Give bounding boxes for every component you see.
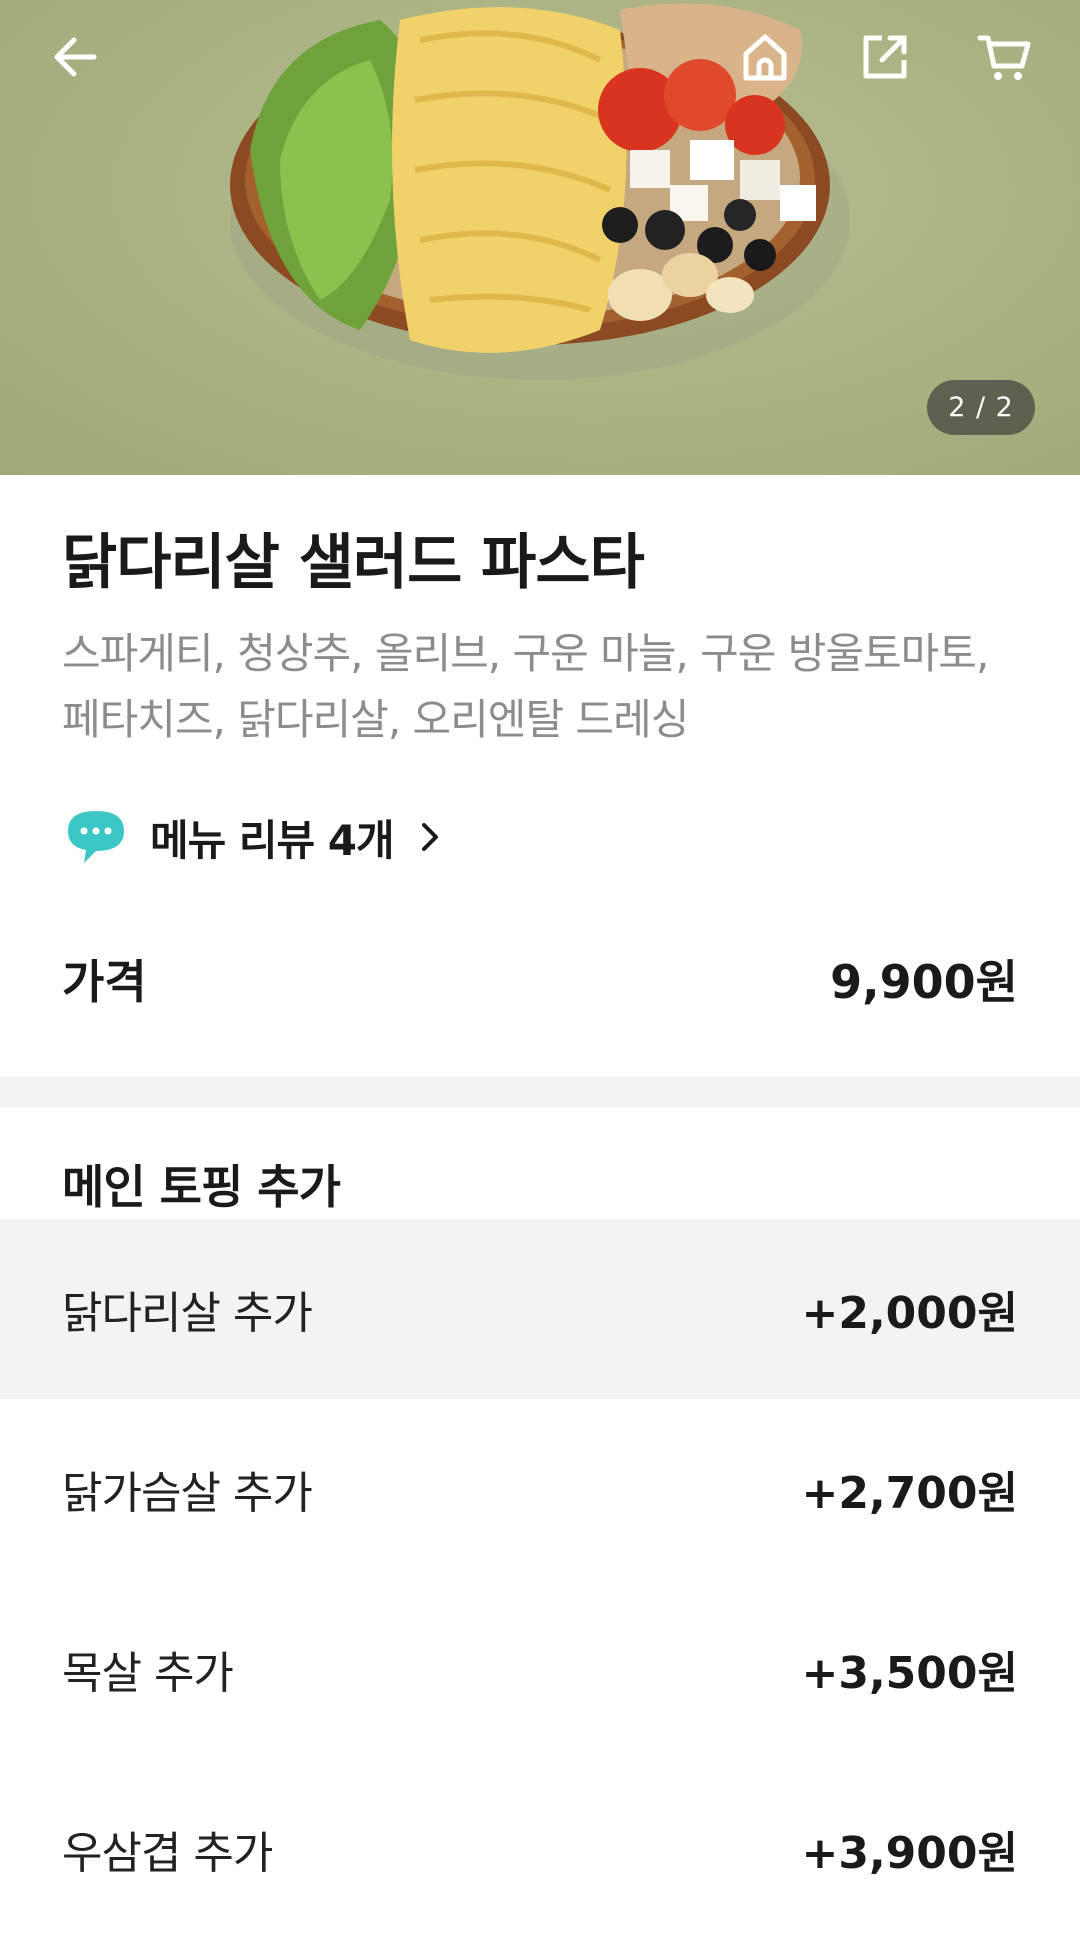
product-title: 닭다리살 샐러드 파스타 (62, 528, 645, 598)
image-counter: 2 / 2 (927, 380, 1035, 435)
topping-option-name: 목살 추가 (62, 1648, 234, 1699)
topping-section: 메인 토핑 추가 닭다리살 추가 +2,000원 닭가슴살 추가 +2,700원… (0, 1107, 1080, 1939)
topping-option-price: +3,900원 (801, 1828, 1018, 1879)
price-value: 9,900원 (830, 955, 1018, 1009)
product-image-gallery[interactable]: 2 / 2 (0, 0, 1080, 475)
topping-option-price: +2,000원 (801, 1288, 1018, 1339)
top-bar (0, 0, 1080, 120)
topping-option-name: 닭다리살 추가 (62, 1288, 313, 1339)
menu-review-link[interactable]: 메뉴 리뷰 4개 (62, 805, 1018, 869)
share-button[interactable] (850, 22, 920, 92)
arrow-left-icon (54, 37, 97, 77)
topping-option[interactable]: 우삼겹 추가 +3,900원 (0, 1759, 1080, 1939)
price-row: 가격 9,900원 (62, 933, 1018, 1025)
topping-option-name: 닭가슴살 추가 (62, 1468, 313, 1519)
topping-option[interactable]: 목살 추가 +3,500원 (0, 1579, 1080, 1759)
product-info: 닭다리살 샐러드 파스타 스파게티, 청상추, 올리브, 구운 마늘, 구운 방… (0, 475, 1080, 1025)
share-icon (863, 35, 907, 79)
section-divider (0, 1077, 1080, 1107)
topping-option[interactable]: 닭가슴살 추가 +2,700원 (0, 1399, 1080, 1579)
cart-icon (977, 35, 1031, 80)
section-title: 메인 토핑 추가 (62, 1160, 341, 1214)
price-label: 가격 (62, 955, 147, 1009)
topping-option-price: +3,500원 (801, 1648, 1018, 1699)
home-icon (743, 34, 787, 81)
cart-button[interactable] (970, 22, 1040, 92)
topping-option-price: +2,700원 (801, 1468, 1018, 1519)
product-description: 스파게티, 청상추, 올리브, 구운 마늘, 구운 방울토마토, 페타치즈, 닭… (62, 629, 989, 744)
topping-option-name: 우삼겹 추가 (62, 1828, 273, 1879)
back-button[interactable] (40, 22, 110, 92)
speech-bubble-icon (68, 811, 124, 863)
review-label: 메뉴 리뷰 4개 (150, 815, 395, 865)
chevron-right-icon (421, 823, 438, 851)
topping-option[interactable]: 닭다리살 추가 +2,000원 (0, 1219, 1080, 1399)
home-button[interactable] (730, 22, 800, 92)
